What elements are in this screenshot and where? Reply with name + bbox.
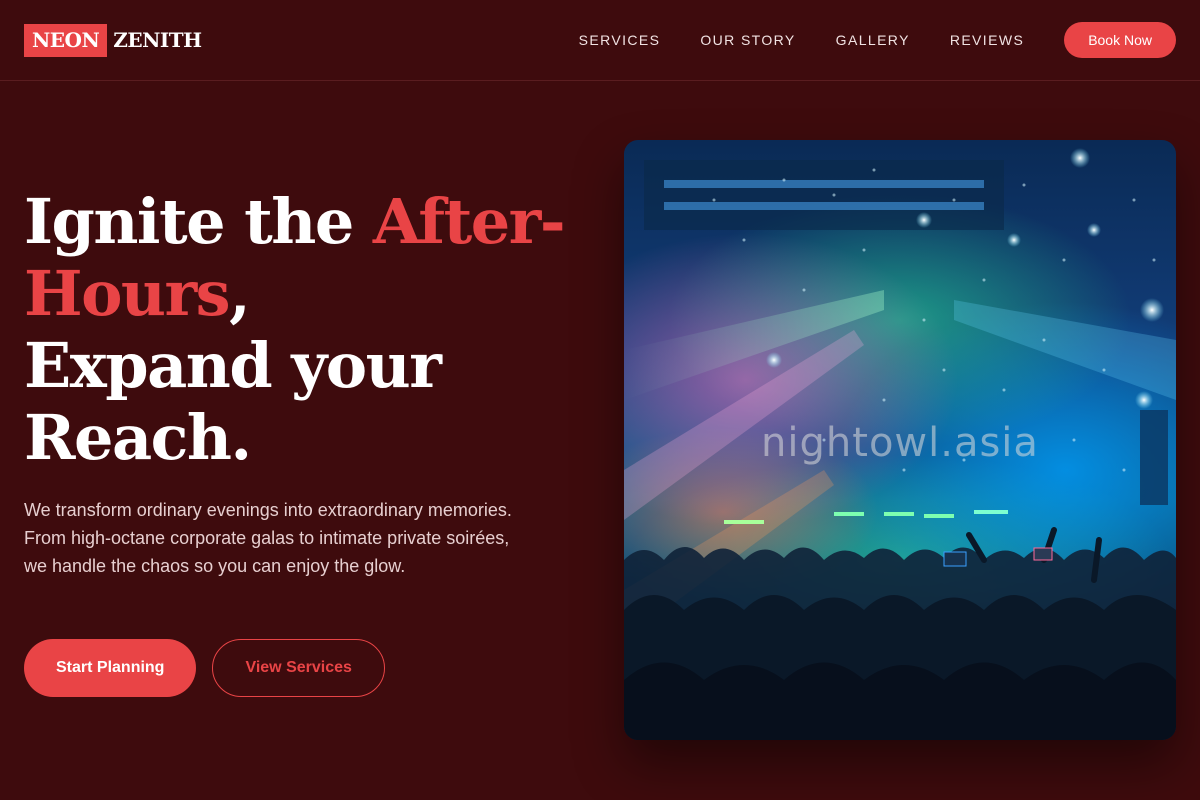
nav-link-reviews[interactable]: REVIEWS — [950, 32, 1024, 48]
image-watermark: nightowl.asia — [761, 420, 1039, 466]
start-planning-button[interactable]: Start Planning — [24, 639, 197, 697]
nav-link-gallery[interactable]: GALLERY — [836, 32, 910, 48]
nav-link-services[interactable]: SERVICES — [579, 32, 661, 48]
brand-logo[interactable]: NEON ZENITH — [24, 23, 202, 57]
hero-title-part2: , — [229, 257, 251, 330]
hero-description: We transform ordinary evenings into extr… — [24, 500, 512, 576]
logo-zenith: ZENITH — [113, 28, 202, 52]
book-now-button[interactable]: Book Now — [1064, 22, 1176, 58]
hero-title: Ignite the After-Hours, Expand your Reach… — [24, 186, 594, 474]
hero-cta-row: Start Planning View Services — [24, 639, 385, 697]
hero-title-part1: Ignite the — [24, 185, 373, 258]
concert-photo: nightowl.asia — [624, 140, 1176, 740]
nav-link-our-story[interactable]: OUR STORY — [700, 32, 795, 48]
site-header: NEON ZENITH SERVICES OUR STORY GALLERY R… — [0, 0, 1200, 81]
main-nav: SERVICES OUR STORY GALLERY REVIEWS Book … — [579, 22, 1176, 58]
hero-title-part3: Expand your Reach. — [24, 329, 442, 474]
logo-neon: NEON — [24, 23, 108, 57]
view-services-button[interactable]: View Services — [212, 639, 385, 697]
